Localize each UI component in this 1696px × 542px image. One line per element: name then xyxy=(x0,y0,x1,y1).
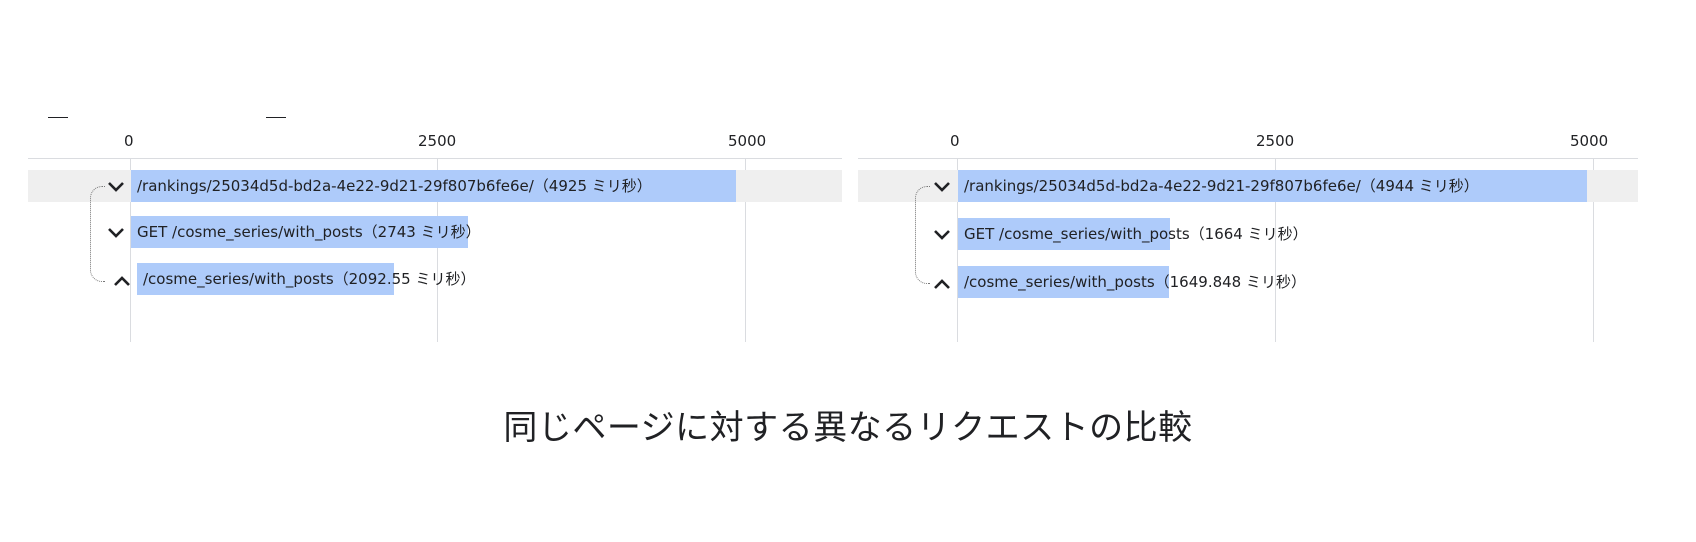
axis-line xyxy=(28,158,842,159)
tick-label: 5000 xyxy=(728,132,767,150)
tick-label: 0 xyxy=(950,132,960,150)
span-label: /rankings/25034d5d-bd2a-4e22-9d21-29f807… xyxy=(137,177,652,195)
span-row[interactable]: /rankings/25034d5d-bd2a-4e22-9d21-29f807… xyxy=(28,170,842,202)
span-row[interactable]: /rankings/25034d5d-bd2a-4e22-9d21-29f807… xyxy=(858,170,1638,202)
span-label: /rankings/25034d5d-bd2a-4e22-9d21-29f807… xyxy=(964,177,1479,195)
span-label: GET /cosme_series/with_posts（2743 ミリ秒） xyxy=(137,223,481,241)
span-row[interactable]: /cosme_series/with_posts（2092.55 ミリ秒） xyxy=(28,263,842,295)
span-label: GET /cosme_series/with_posts（1664 ミリ秒） xyxy=(964,225,1308,243)
tick-label: 5000 xyxy=(1570,132,1609,150)
axis-line xyxy=(858,158,1638,159)
chevron-down-icon[interactable] xyxy=(930,222,954,246)
span-row[interactable]: GET /cosme_series/with_posts（1664 ミリ秒） xyxy=(858,218,1638,250)
tick-label: 2500 xyxy=(1256,132,1295,150)
span-label: /cosme_series/with_posts（1649.848 ミリ秒） xyxy=(964,273,1306,291)
trace-panel-left: 0 2500 5000 /rankings/25034d5d-bd2a-4e22… xyxy=(28,0,842,350)
chevron-down-icon[interactable] xyxy=(930,174,954,198)
caption-text: 同じページに対する異なるリクエストの比較 xyxy=(503,408,1193,448)
span-row[interactable]: GET /cosme_series/with_posts（2743 ミリ秒） xyxy=(28,216,842,248)
tick-label: 2500 xyxy=(418,132,457,150)
chevron-up-icon[interactable] xyxy=(110,269,134,293)
chevron-up-icon[interactable] xyxy=(930,272,954,296)
chevron-down-icon[interactable] xyxy=(104,220,128,244)
chevron-down-icon[interactable] xyxy=(104,174,128,198)
span-row[interactable]: /cosme_series/with_posts（1649.848 ミリ秒） xyxy=(858,266,1638,298)
tick-label: 0 xyxy=(124,132,134,150)
trace-panel-right: 0 2500 5000 /rankings/25034d5d-bd2a-4e22… xyxy=(858,0,1638,350)
span-label: /cosme_series/with_posts（2092.55 ミリ秒） xyxy=(143,270,476,288)
